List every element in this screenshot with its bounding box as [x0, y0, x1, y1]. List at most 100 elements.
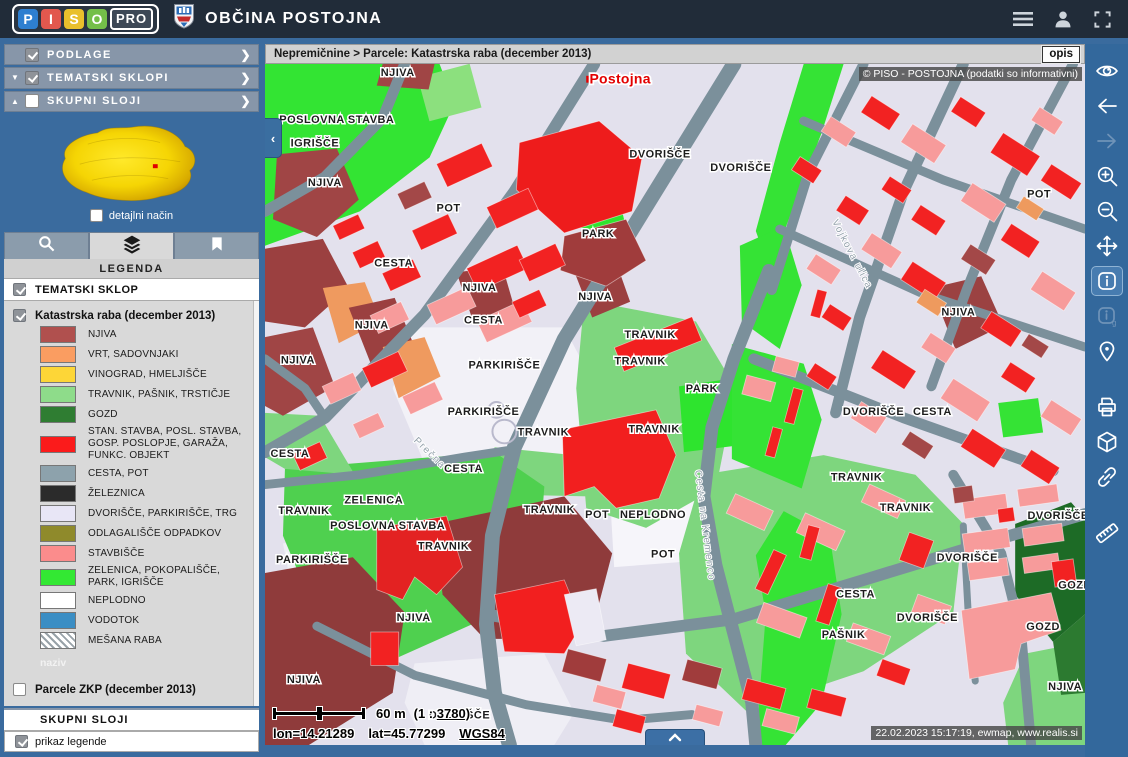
bottom-panel-expand-button[interactable]	[645, 729, 705, 745]
legend-swatch	[40, 386, 76, 403]
map-label: NJIVA	[355, 319, 389, 331]
menu-hamburger-icon[interactable]	[1013, 11, 1033, 27]
map-label: PARKIRIŠČE	[276, 553, 348, 566]
prikaz-legende-checkbox[interactable]	[15, 735, 28, 748]
measure-button[interactable]	[1091, 518, 1123, 548]
map-label: PAŠNIK	[822, 628, 866, 641]
breadcrumb: Nepremičnine > Parcele: Katastrska raba …	[274, 48, 591, 60]
scale-ratio[interactable]: (1 : 3780)	[414, 706, 470, 721]
tab-search[interactable]	[4, 232, 89, 259]
legend-item-label: MEŠANA RABA	[88, 635, 162, 647]
legend-swatch	[40, 406, 76, 423]
pan-button[interactable]	[1091, 231, 1123, 261]
legend-swatch	[40, 569, 76, 586]
map-label: POSLOVNA STAVBA	[279, 114, 394, 126]
panel-header-podlage[interactable]: PODLAGE ❯	[4, 44, 259, 65]
arrow-right-icon	[1095, 129, 1119, 153]
overview-minimap[interactable]	[7, 120, 257, 205]
map-label: TRAVNIK	[278, 505, 329, 517]
skupni-sloji-section-label: SKUPNI SLOJI	[4, 708, 259, 731]
tab-bookmarks[interactable]	[174, 232, 259, 259]
prikaz-legende-row: prikaz legende	[4, 731, 259, 752]
latitude-value: lat=45.77299	[368, 726, 445, 741]
legend-item: ŽELEZNICA	[40, 485, 251, 502]
layer-label: Parcele ZKP (december 2013)	[35, 684, 196, 696]
katastrska-checkbox[interactable]	[13, 309, 26, 322]
locate-button[interactable]	[1091, 336, 1123, 366]
opis-button[interactable]: opis	[1042, 46, 1080, 63]
datum-link[interactable]: WGS84	[459, 726, 505, 741]
map-label: PARK	[582, 228, 614, 240]
piso-logo[interactable]: P I S O PRO	[12, 4, 159, 34]
legend-item-label: ŽELEZNICA	[88, 488, 145, 500]
zoom-out-icon	[1095, 199, 1119, 223]
expander-down-icon[interactable]: ▼	[11, 73, 25, 82]
map-canvas[interactable]: NJIVAPostojnaPOSLOVNA STAVBAIGRIŠČEDVORI…	[265, 64, 1085, 745]
legend-swatch	[40, 505, 76, 522]
user-account-icon[interactable]	[1053, 9, 1073, 29]
sidebar-tabs	[4, 232, 259, 259]
map-label: TRAVNIK	[418, 541, 469, 553]
legend-swatch	[40, 366, 76, 383]
sidebar-collapse-button[interactable]: ‹	[265, 118, 282, 158]
tematski-sklop-checkbox[interactable]	[13, 283, 26, 296]
arrow-left-icon	[1095, 94, 1119, 118]
panel-header-skupni-sloji[interactable]: ▲ SKUPNI SLOJI ❯	[4, 91, 259, 112]
legend-items-list: NJIVAVRT, SADOVNJAKIVINOGRAD, HMELJIŠČET…	[13, 326, 251, 649]
top-header-bar: P I S O PRO OBČINA POSTOJNA	[0, 0, 1128, 38]
3d-view-button[interactable]	[1091, 427, 1123, 457]
zoom-in-button[interactable]	[1091, 161, 1123, 191]
map-label: TRAVNIK	[524, 504, 575, 516]
chevron-right-icon[interactable]: ❯	[240, 71, 252, 85]
map-label: POSLOVNA STAVBA	[330, 520, 445, 532]
skupni-sloji-checkbox[interactable]	[25, 94, 39, 108]
forward-button[interactable]	[1091, 126, 1123, 156]
legend-item-label: DVORIŠČE, PARKIRIŠČE, TRG	[88, 508, 237, 520]
legend-title: LEGENDA	[4, 259, 259, 278]
legend-item-label: ODLAGALIŠČE ODPADKOV	[88, 528, 221, 540]
identify-group-button[interactable]: g	[1091, 301, 1123, 331]
legend-item-label: VINOGRAD, HMELJIŠČE	[88, 369, 207, 381]
legend-item-label: NEPLODNO	[88, 595, 146, 607]
panel-label: PODLAGE	[47, 49, 112, 61]
legend-item: ZELENICA, POKOPALIŠČE, PARK, IGRIŠČE	[40, 565, 251, 589]
map-label: POT	[651, 548, 675, 560]
pan-arrows-icon	[1095, 234, 1119, 258]
fullscreen-icon[interactable]	[1093, 10, 1112, 29]
chevron-right-icon[interactable]: ❯	[240, 48, 252, 62]
print-button[interactable]	[1091, 392, 1123, 422]
map-label: TRAVNIK	[518, 427, 569, 439]
eye-icon	[1095, 59, 1119, 83]
map-label: GOZD	[1026, 621, 1060, 633]
map-label: PARKIRIŠČE	[448, 405, 520, 418]
legend-item: NJIVA	[40, 326, 251, 343]
map-label: TRAVNIK	[614, 356, 665, 368]
detail-mode-checkbox[interactable]	[90, 209, 103, 222]
map-label: GOZD	[1058, 580, 1085, 592]
map-label: TRAVNIK	[628, 424, 679, 436]
zoom-out-button[interactable]	[1091, 196, 1123, 226]
map-label: CESTA	[374, 258, 413, 270]
identify-button[interactable]	[1091, 266, 1123, 296]
map-label: Postojna	[589, 71, 650, 87]
podlage-checkbox[interactable]	[25, 48, 39, 62]
legend-swatch	[40, 485, 76, 502]
tab-layers[interactable]	[89, 232, 174, 259]
map-label: DVORIŠČE	[629, 147, 690, 160]
legend-swatch	[40, 612, 76, 629]
layer-visibility-button[interactable]	[1091, 56, 1123, 86]
scale-widget: 60 m (1 : 3780)	[273, 706, 470, 721]
parcele-checkbox[interactable]	[13, 683, 26, 696]
printer-icon	[1095, 395, 1119, 419]
chevron-right-icon[interactable]: ❯	[240, 94, 252, 108]
layer-row-katastrska: Katastrska raba (december 2013)	[13, 309, 251, 322]
share-link-button[interactable]	[1091, 462, 1123, 492]
legend-item: MEŠANA RABA	[40, 632, 251, 649]
expander-up-icon[interactable]: ▲	[11, 97, 25, 106]
map-label: DVORIŠČE	[937, 551, 998, 564]
legend-item: VINOGRAD, HMELJIŠČE	[40, 366, 251, 383]
panel-header-tematski-sklopi[interactable]: ▼ TEMATSKI SKLOPI ❯	[4, 67, 259, 88]
tematski-sklopi-checkbox[interactable]	[25, 71, 39, 85]
legend-swatch	[40, 592, 76, 609]
back-button[interactable]	[1091, 91, 1123, 121]
